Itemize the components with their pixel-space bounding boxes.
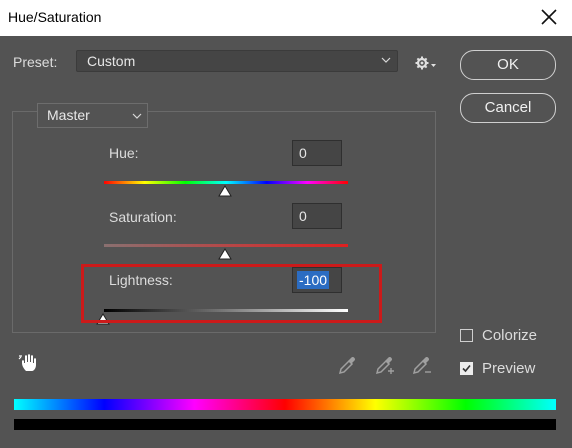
highlight-box [81, 264, 382, 323]
saturation-input[interactable]: 0 [292, 203, 342, 229]
saturation-label: Saturation: [109, 209, 177, 225]
hue-label: Hue: [109, 145, 139, 161]
eyedropper-add-icon[interactable] [374, 354, 396, 376]
channel-value: Master [47, 107, 90, 123]
preset-dropdown[interactable]: Custom [76, 50, 398, 72]
ok-button[interactable]: OK [460, 50, 556, 80]
hue-input[interactable]: 0 [292, 140, 342, 166]
cancel-button[interactable]: Cancel [460, 93, 556, 123]
channel-dropdown[interactable]: Master [37, 103, 148, 128]
gear-icon[interactable] [415, 55, 437, 71]
colorize-label: Colorize [482, 327, 538, 344]
eyedropper-icon[interactable] [337, 354, 359, 376]
hue-slider-track[interactable] [104, 181, 348, 184]
hue-slider-thumb[interactable] [218, 185, 232, 197]
targeted-adjustment-hand-icon[interactable] [18, 352, 40, 374]
close-icon[interactable] [538, 6, 560, 28]
checkmark-icon [462, 364, 471, 373]
eyedropper-subtract-icon[interactable] [411, 354, 433, 376]
chevron-down-icon [132, 113, 142, 119]
colorize-checkbox[interactable] [460, 329, 473, 342]
saturation-slider-thumb[interactable] [218, 248, 232, 260]
preview-label: Preview [482, 360, 536, 377]
window-title: Hue/Saturation [8, 9, 102, 25]
input-color-spectrum [14, 399, 556, 410]
preset-label: Preset: [13, 54, 58, 70]
preset-value: Custom [87, 53, 136, 69]
preview-checkbox[interactable] [460, 362, 473, 375]
chevron-down-icon [381, 57, 391, 63]
saturation-slider-track[interactable] [104, 244, 348, 247]
output-color-spectrum [14, 419, 556, 430]
